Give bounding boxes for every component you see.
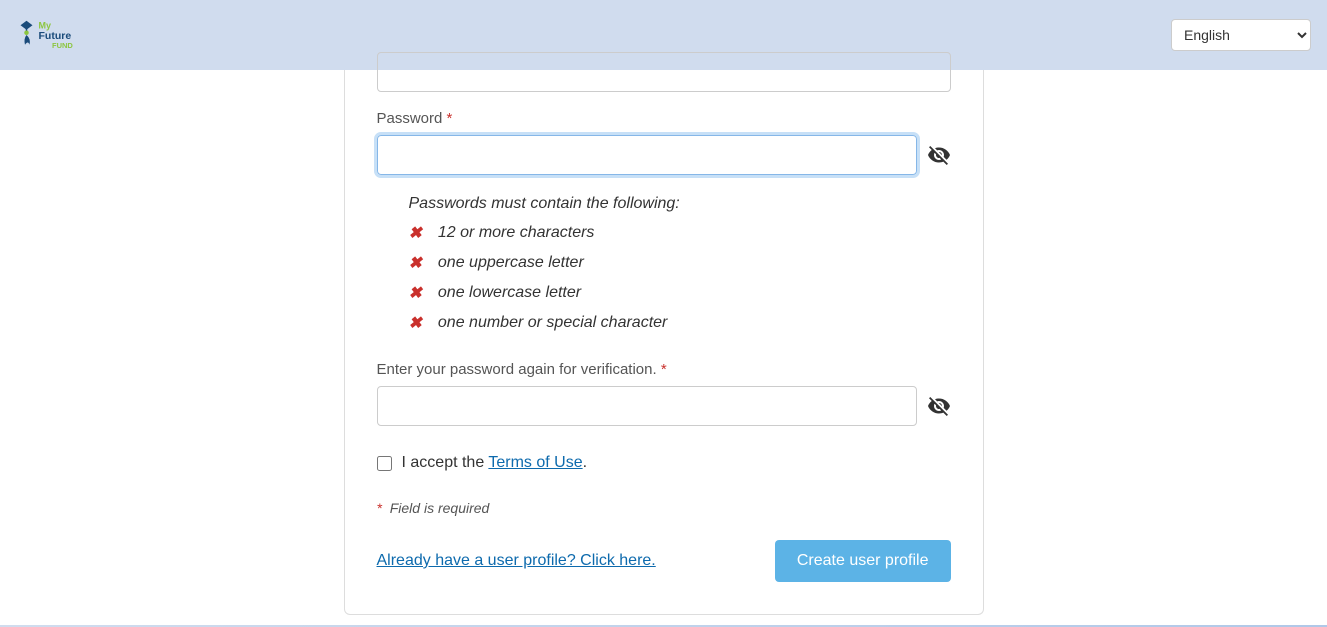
x-icon: ✖: [409, 223, 422, 243]
create-profile-button[interactable]: Create user profile: [775, 540, 951, 582]
existing-profile-link[interactable]: Already have a user profile? Click here.: [377, 552, 656, 570]
confirm-password-input[interactable]: [377, 386, 917, 426]
terms-checkbox[interactable]: [377, 456, 392, 471]
terms-text: I accept the Terms of Use.: [402, 454, 588, 472]
password-field-group: Password *: [377, 110, 951, 175]
requirement-text: 12 or more characters: [438, 224, 595, 242]
x-icon: ✖: [409, 283, 422, 303]
x-icon: ✖: [409, 313, 422, 333]
requirement-item: ✖ one uppercase letter: [409, 253, 951, 273]
x-icon: ✖: [409, 253, 422, 273]
password-requirements: Passwords must contain the following: ✖ …: [409, 195, 951, 333]
main-container: Password * Passwords must contain the fo…: [0, 70, 1327, 615]
footer-row: Already have a user profile? Click here.…: [377, 540, 951, 582]
visibility-off-icon[interactable]: [927, 143, 951, 167]
requirement-item: ✖ one number or special character: [409, 313, 951, 333]
confirm-password-field-group: Enter your password again for verificati…: [377, 361, 951, 426]
svg-text:My: My: [39, 20, 52, 30]
svg-text:FUND: FUND: [52, 41, 73, 50]
password-input[interactable]: [377, 135, 917, 175]
required-note: * Field is required: [377, 500, 951, 516]
requirement-text: one number or special character: [438, 314, 667, 332]
requirement-item: ✖ one lowercase letter: [409, 283, 951, 303]
previous-field-partial[interactable]: [377, 52, 951, 92]
required-asterisk: *: [447, 110, 453, 127]
form-card: Password * Passwords must contain the fo…: [344, 70, 984, 615]
requirement-text: one lowercase letter: [438, 284, 581, 302]
terms-row: I accept the Terms of Use.: [377, 454, 951, 472]
password-label: Password *: [377, 110, 951, 127]
terms-link[interactable]: Terms of Use: [488, 454, 582, 471]
confirm-password-label: Enter your password again for verificati…: [377, 361, 951, 378]
requirement-text: one uppercase letter: [438, 254, 584, 272]
requirement-item: ✖ 12 or more characters: [409, 223, 951, 243]
logo: My Future FUND: [16, 14, 106, 56]
password-requirements-title: Passwords must contain the following:: [409, 195, 951, 213]
svg-text:Future: Future: [39, 30, 72, 42]
language-select[interactable]: English: [1171, 19, 1311, 51]
required-asterisk: *: [661, 361, 667, 378]
visibility-off-icon[interactable]: [927, 394, 951, 418]
